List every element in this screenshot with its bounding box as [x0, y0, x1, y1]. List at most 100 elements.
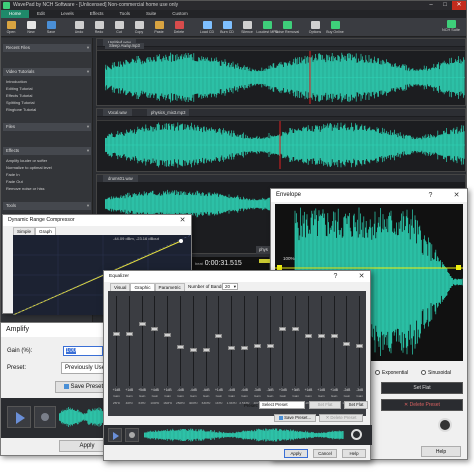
- loudness-button[interactable]: Loudest MP3: [256, 18, 278, 37]
- sidebar-item[interactable]: Effects Tutorial: [6, 93, 32, 99]
- file-tab[interactable]: Sleep Away.mp3: [105, 43, 144, 49]
- set-flat-button-disabled[interactable]: Set Flat: [309, 401, 341, 409]
- set-flat-button[interactable]: Set Flat: [344, 401, 368, 409]
- maximize-icon[interactable]: □: [438, 1, 452, 10]
- help-icon[interactable]: ?: [424, 189, 437, 202]
- eq-band-slider[interactable]: +3dBGain10KHz: [289, 294, 302, 412]
- sidebar-item[interactable]: Splitting Tutorial: [6, 100, 34, 106]
- eq-band-slider[interactable]: +1dB Gain 1KHz: [212, 294, 225, 412]
- eq-band-slider[interactable]: +1dBGain16KHz: [328, 294, 341, 412]
- slider-thumb[interactable]: [228, 345, 236, 350]
- delete-preset-button[interactable]: ✕ Delete Preset: [319, 414, 363, 422]
- close-icon[interactable]: ✕: [176, 215, 189, 226]
- envelope-node[interactable]: [456, 265, 461, 270]
- tab-visual[interactable]: Visual: [110, 283, 131, 291]
- slider-thumb[interactable]: [305, 333, 312, 338]
- save-button[interactable]: Save: [41, 18, 61, 37]
- minimize-icon[interactable]: –: [424, 1, 438, 10]
- menu-effects[interactable]: Effects: [82, 10, 112, 18]
- waveform-1[interactable]: [105, 51, 465, 104]
- slider-thumb[interactable]: [202, 347, 210, 352]
- close-icon[interactable]: ✕: [452, 1, 466, 10]
- slider-thumb[interactable]: [330, 333, 338, 338]
- menu-suite[interactable]: Suite: [138, 10, 164, 18]
- sidebar-item[interactable]: Amplify louder or softer: [6, 158, 47, 164]
- slider-thumb[interactable]: [138, 321, 146, 326]
- menu-edit[interactable]: Edit: [29, 10, 53, 18]
- sidebar-item[interactable]: Remove noise or hiss: [6, 186, 44, 192]
- eq-band-slider[interactable]: +3dBGain8KHz: [276, 294, 289, 412]
- redo-button[interactable]: Redo: [89, 18, 109, 37]
- eq-band-slider[interactable]: +1dB Gain 25Hz: [110, 294, 123, 412]
- preview-waveform[interactable]: [144, 428, 344, 442]
- sidebar-item[interactable]: Ringtone Tutorial: [6, 107, 36, 113]
- buy-online-button[interactable]: Buy Online: [325, 18, 345, 37]
- slider-thumb[interactable]: [292, 326, 300, 331]
- delete-button[interactable]: Delete: [169, 18, 189, 37]
- eq-band-slider[interactable]: -3dB Gain 4KHz: [251, 294, 264, 412]
- tab-simple[interactable]: Simple: [13, 227, 36, 235]
- tab-parametric[interactable]: Parametric: [154, 283, 185, 291]
- eq-band-slider[interactable]: +1dBGain14KHz: [315, 294, 328, 412]
- slider-thumb[interactable]: [113, 332, 120, 337]
- tab-graph[interactable]: Graph: [35, 227, 56, 235]
- file-tab[interactable]: physics_mix3.mp3: [147, 109, 190, 116]
- undo-button[interactable]: Undo: [69, 18, 89, 37]
- eq-band-slider[interactable]: -3dBGain20KHz: [353, 294, 366, 412]
- eq-band-slider[interactable]: -4dB Gain 1.6KHz: [225, 294, 238, 412]
- sidebar-item[interactable]: Introduction: [6, 79, 27, 85]
- curve-node[interactable]: [179, 239, 183, 243]
- options-button[interactable]: Options: [305, 18, 325, 37]
- slider-thumb[interactable]: [164, 332, 172, 337]
- track-tab[interactable]: Vocal.wav: [103, 109, 132, 116]
- bands-dropdown[interactable]: 20 ▾: [222, 283, 238, 290]
- eq-band-slider[interactable]: -3dBGain6.3KHz: [264, 294, 277, 412]
- gain-input[interactable]: 100: [63, 346, 103, 356]
- eq-band-slider[interactable]: +4dB Gain 100Hz: [148, 294, 161, 412]
- eq-band-slider[interactable]: +1dB Gain 160Hz: [161, 294, 174, 412]
- eq-band-slider[interactable]: -4dB Gain 2.5KHz: [238, 294, 251, 412]
- set-flat-button[interactable]: Set Flat: [381, 382, 463, 394]
- play-button[interactable]: [7, 406, 31, 428]
- eq-band-slider[interactable]: +1dB Gain 40Hz: [123, 294, 136, 412]
- silence-button[interactable]: Silence: [237, 18, 257, 37]
- close-icon[interactable]: ✕: [355, 271, 368, 282]
- eq-band-slider[interactable]: -2dBGain18KHz: [340, 294, 353, 412]
- help-button[interactable]: Help: [342, 449, 366, 458]
- paste-button[interactable]: Paste: [149, 18, 169, 37]
- slider-thumb[interactable]: [253, 344, 261, 349]
- loop-icon[interactable]: [351, 429, 362, 440]
- sidebar-item[interactable]: Fade In: [6, 172, 20, 178]
- slider-thumb[interactable]: [356, 344, 364, 349]
- slider-thumb[interactable]: [189, 347, 197, 352]
- tab-graphic[interactable]: Graphic: [130, 283, 155, 291]
- slider-thumb[interactable]: [266, 344, 274, 349]
- burn-cd-button[interactable]: Burn CD: [217, 18, 237, 37]
- slider-thumb[interactable]: [317, 333, 325, 338]
- open-button[interactable]: Open: [1, 18, 21, 37]
- sinusoidal-radio[interactable]: Sinusoidal: [421, 370, 451, 376]
- load-cd-button[interactable]: Load CD: [197, 18, 217, 37]
- stop-button[interactable]: [34, 406, 56, 428]
- help-button[interactable]: Help: [421, 446, 461, 457]
- sidebar-section-recent-files[interactable]: Recent Files ▾: [3, 44, 91, 52]
- exponential-radio[interactable]: Exponential: [375, 370, 408, 376]
- track-panel-2[interactable]: Vocal.wav physics_mix3.mp3: [96, 108, 466, 172]
- slider-thumb[interactable]: [177, 345, 184, 350]
- slider-thumb[interactable]: [241, 345, 248, 350]
- sidebar-section-video-tutorials[interactable]: Video Tutorials ▾: [3, 68, 91, 76]
- cut-button[interactable]: Cut: [109, 18, 129, 37]
- eq-band-slider[interactable]: -4dB Gain 630Hz: [200, 294, 213, 412]
- slider-thumb[interactable]: [279, 326, 287, 331]
- menu-custom[interactable]: Custom: [164, 10, 196, 18]
- sidebar-item[interactable]: Editing Tutorial: [6, 86, 32, 92]
- new-button[interactable]: New: [21, 18, 41, 37]
- sidebar-section-files[interactable]: Files ▾: [3, 123, 91, 131]
- save-preset-button[interactable]: Save Preset...: [274, 414, 316, 422]
- help-icon[interactable]: ?: [329, 271, 342, 282]
- eq-band-slider[interactable]: +1dBGain12KHz: [302, 294, 315, 412]
- stop-button[interactable]: [125, 428, 139, 442]
- slider-thumb[interactable]: [215, 333, 223, 338]
- nch-suite-button[interactable]: NCH Suite: [439, 20, 463, 35]
- sidebar-section-tools[interactable]: Tools ▾: [3, 202, 91, 210]
